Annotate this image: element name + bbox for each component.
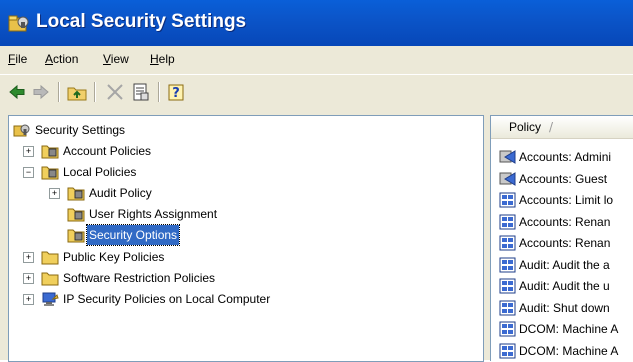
tree-label: User Rights Assignment <box>89 207 218 221</box>
security-settings-app-icon[interactable] <box>8 13 30 33</box>
tree-item-security-options[interactable]: Security Options <box>13 224 313 246</box>
policy-setting-icon <box>499 150 516 164</box>
menu-bar: File Action View Help <box>0 46 633 74</box>
tree-expander-plus[interactable]: + <box>23 252 34 263</box>
tree-label: Audit Policy <box>89 186 152 200</box>
tree-label: Security Options <box>85 224 181 246</box>
tree-label: IP Security Policies on Local Computer <box>63 292 271 306</box>
security-settings-icon <box>13 124 30 137</box>
policy-row-label: DCOM: Machine A <box>519 343 619 358</box>
toolbar-separator <box>58 82 60 102</box>
tree-item-public-key-policies[interactable]: + Public Key Policies <box>13 247 313 267</box>
policy-row-label: Accounts: Renan <box>519 214 611 229</box>
policy-row-label: Audit: Audit the a <box>519 257 610 272</box>
delete-icon[interactable] <box>104 81 126 103</box>
column-header-policy[interactable]: Policy / <box>491 116 633 139</box>
tree-item-account-policies[interactable]: + Account Policies <box>13 141 313 161</box>
policy-folder-icon <box>67 229 85 243</box>
ip-security-computer-icon <box>42 292 59 306</box>
policy-row-label: Audit: Audit the u <box>519 279 610 293</box>
policy-folder-icon <box>41 166 59 180</box>
policy-setting-icon <box>499 235 516 251</box>
tree-label: Local Policies <box>63 165 137 179</box>
toolbar: ? <box>0 74 633 111</box>
tree-item-software-restriction-policies[interactable]: + Software Restriction Policies <box>13 268 333 288</box>
tree-label: Software Restriction Policies <box>63 271 216 285</box>
back-arrow-icon[interactable] <box>6 81 28 103</box>
policy-folder-icon <box>67 208 85 222</box>
policy-setting-icon <box>499 171 516 186</box>
folder-icon <box>41 251 59 265</box>
tree-label: Public Key Policies <box>63 250 165 264</box>
tree-label: Account Policies <box>63 144 152 158</box>
policy-row-label: Accounts: Guest <box>519 171 608 186</box>
policy-folder-icon <box>67 187 85 201</box>
tree-expander-plus[interactable]: + <box>49 188 60 199</box>
properties-icon[interactable] <box>130 81 152 103</box>
menu-view[interactable]: View <box>103 52 129 66</box>
policy-row-label: Accounts: Renan <box>519 236 611 250</box>
main-panes: Security Settings + Account Policies − L… <box>0 110 633 362</box>
tree-expander-plus[interactable]: + <box>23 294 34 305</box>
window-title: Local Security Settings <box>36 11 247 32</box>
console-tree[interactable]: Security Settings + Account Policies − L… <box>8 115 484 362</box>
tree-item-audit-policy[interactable]: + Audit Policy <box>13 183 313 203</box>
policy-row-label: Accounts: Limit lo <box>519 193 614 207</box>
toolbar-separator <box>94 82 96 102</box>
policy-setting-icon <box>499 321 516 337</box>
policy-folder-icon <box>41 145 59 159</box>
tree-item-local-policies[interactable]: − Local Policies <box>13 162 313 182</box>
policy-row-label: Accounts: Admini <box>519 150 612 164</box>
policy-setting-icon <box>499 343 516 358</box>
up-folder-icon[interactable] <box>66 81 88 103</box>
tree-expander-minus[interactable]: − <box>23 167 34 178</box>
tree-item-security-settings[interactable]: Security Settings <box>13 120 313 140</box>
folder-icon <box>41 272 59 286</box>
policy-row-label: DCOM: Machine A <box>519 322 619 336</box>
menu-action[interactable]: Action <box>45 52 78 66</box>
policy-setting-icon <box>499 278 516 294</box>
policy-setting-icon <box>499 300 516 315</box>
policy-setting-icon <box>499 214 516 229</box>
sort-indicator-icon: / <box>549 120 554 134</box>
tree-item-ip-security-policies[interactable]: + IP Security Policies on Local Computer <box>13 289 413 309</box>
column-header-label: Policy <box>509 120 542 134</box>
forward-arrow-icon[interactable] <box>30 81 52 103</box>
help-icon[interactable]: ? <box>166 81 188 103</box>
policy-row-label: Audit: Shut down <box>519 300 610 315</box>
svg-text:?: ? <box>172 86 180 101</box>
tree-item-user-rights-assignment[interactable]: User Rights Assignment <box>13 204 313 224</box>
toolbar-separator <box>158 82 160 102</box>
policy-setting-icon <box>499 257 516 272</box>
menu-file[interactable]: File <box>8 52 27 66</box>
policy-list[interactable]: Policy / Accounts: Admini Accounts: Guest… <box>490 115 633 361</box>
tree-expander-plus[interactable]: + <box>23 273 34 284</box>
tree-label: Security Settings <box>35 123 126 137</box>
policy-setting-icon <box>499 192 516 208</box>
tree-expander-plus[interactable]: + <box>23 146 34 157</box>
title-bar[interactable]: Local Security Settings <box>0 0 633 46</box>
menu-help[interactable]: Help <box>150 52 175 66</box>
